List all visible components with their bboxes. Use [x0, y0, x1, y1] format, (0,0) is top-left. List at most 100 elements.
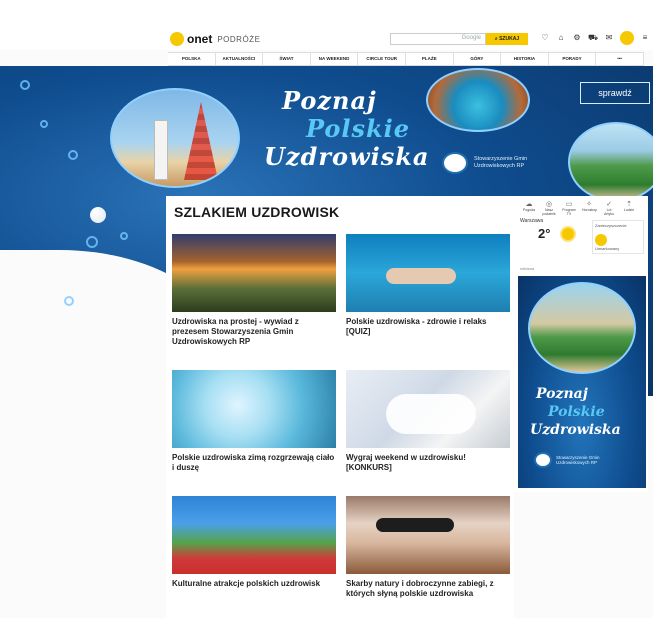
article-card[interactable]: Wygraj weekend w uzdrowisku! [KONKURS] [346, 370, 510, 473]
banner-park-image [568, 122, 653, 202]
bubble-decoration [68, 150, 78, 160]
nav-item-na-weekend[interactable]: NA WEEKEND [311, 53, 359, 65]
bubble-decoration [40, 120, 48, 128]
article-thumbnail[interactable] [172, 496, 336, 574]
robe-shape [386, 394, 476, 434]
article-title[interactable]: Polskie uzdrowiska zimą rozgrzewają ciał… [172, 453, 336, 473]
logo-dot-icon [170, 32, 184, 46]
search-input[interactable]: Google [390, 33, 486, 45]
banner-association: Stowarzyszenie Gmin Uzdrowiskowych RP [442, 152, 546, 174]
ad-label: reklama [520, 266, 535, 271]
mail-icon[interactable]: ✉ [604, 33, 614, 45]
service-label: Nasz podatnik [542, 208, 556, 216]
banner-lighthouse-image [110, 88, 240, 188]
article-card[interactable]: Polskie uzdrowiska zimą rozgrzewają ciał… [172, 370, 336, 473]
service-label: Horoskop [582, 208, 597, 212]
association-logo-icon [442, 152, 468, 174]
ad-resort-image [528, 282, 636, 374]
ad-association: Stowarzyszenie Gmin Uzdrowiskowych RP [534, 452, 626, 468]
heart-icon[interactable]: ♡ [540, 33, 550, 45]
bubble-decoration [20, 80, 30, 90]
logo-text: onet [187, 32, 213, 46]
air-quality-indicator-icon [595, 234, 607, 246]
article-card[interactable]: Uzdrowiska na prostej - wywiad z prezese… [172, 234, 336, 347]
main-nav: POLSKA AKTUALNOŚCI ŚWIAT NA WEEKEND CIRC… [168, 52, 644, 66]
lighthouse-shape [154, 120, 168, 180]
nav-item-historia[interactable]: HISTORIA [501, 53, 549, 65]
weather-service-icon[interactable]: ☁ Pogoda [522, 200, 536, 216]
article-card[interactable]: Kulturalne atrakcje polskich uzdrowisk [172, 496, 336, 589]
nav-item-circle-tour[interactable]: CIRCLE TOUR [358, 53, 406, 65]
cart-icon[interactable]: ⌂ [556, 33, 566, 45]
banner-title-line2: Polskie [306, 114, 411, 143]
section-title: SZLAKIEM UZDROWISK [174, 204, 340, 220]
banner-title-line1: Poznaj [282, 86, 377, 115]
nav-more-button[interactable]: ••• [596, 53, 644, 65]
page: onet PODRÓŻE Google ⌕ SZUKAJ ♡ ⌂ ⚙ ⛟ ✉ ≡… [0, 0, 653, 618]
banner-ad[interactable]: Poznaj Polskie Uzdrowiska Stowarzyszenie… [110, 68, 653, 202]
article-card[interactable]: Polskie uzdrowiska - zdrowie i relaks [Q… [346, 234, 510, 337]
search-button-label: SZUKAJ [499, 36, 520, 42]
top-icons: ♡ ⌂ ⚙ ⛟ ✉ ≡ [540, 31, 650, 45]
nav-item-aktualnosci[interactable]: AKTUALNOŚCI [216, 53, 264, 65]
service-label: Ludzie [623, 208, 635, 212]
weather-city[interactable]: Warszawa [520, 218, 543, 224]
nav-item-plaze[interactable]: PLAŻE [406, 53, 454, 65]
search-button[interactable]: ⌕ SZUKAJ [486, 33, 528, 45]
air-quality-value: Umiarkowany [595, 246, 620, 251]
association-name: Stowarzyszenie Gmin Uzdrowiskowych RP [556, 454, 600, 466]
article-thumbnail[interactable] [346, 234, 510, 312]
article-thumbnail[interactable] [172, 234, 336, 312]
sidebar: ☁ Pogoda ◎ Nasz podatnik ▭ Program TV ✧ Horo… [514, 196, 648, 492]
article-card[interactable]: Skarby natury i dobroczynne zabiegi, z k… [346, 496, 510, 599]
article-title[interactable]: Kulturalne atrakcje polskich uzdrowisk [172, 579, 336, 589]
bubble-decoration [64, 296, 74, 306]
onet-logo[interactable]: onet PODRÓŻE [170, 32, 260, 46]
nav-item-swiat[interactable]: ŚWIAT [263, 53, 311, 65]
article-title[interactable]: Uzdrowiska na prostej - wywiad z prezese… [172, 317, 336, 347]
service-label: Lot Artyku [604, 208, 614, 216]
people-service-icon[interactable]: ⇡ Ludzie [622, 200, 636, 216]
ship-mast-shape [184, 102, 218, 180]
horoscope-service-icon[interactable]: ✧ Horoskop [582, 200, 597, 216]
association-logo-icon [534, 452, 552, 468]
article-thumbnail[interactable] [172, 370, 336, 448]
hot-stones-shape [376, 518, 454, 532]
article-thumbnail[interactable] [346, 370, 510, 448]
check-service-icon[interactable]: ✓ Lot Artyku [602, 200, 616, 216]
service-label: Pogoda [522, 208, 536, 212]
association-name: Stowarzyszenie Gmin Uzdrowiskowych RP [474, 156, 528, 169]
logo-section: PODRÓŻE [217, 34, 261, 44]
service-icons: ☁ Pogoda ◎ Nasz podatnik ▭ Program TV ✧ Horo… [522, 200, 636, 216]
main-content: SZLAKIEM UZDROWISK Uzdrowiska na prostej… [166, 196, 514, 618]
menu-icon[interactable]: ≡ [640, 33, 650, 45]
swimmer-shape [386, 268, 456, 284]
car-icon[interactable]: ⛟ [588, 33, 598, 45]
air-quality-label: Zanieczyszczenie [595, 223, 627, 228]
article-title[interactable]: Polskie uzdrowiska - zdrowie i relaks [Q… [346, 317, 510, 337]
ad-title-line3: Uzdrowiska [530, 422, 621, 438]
banner-pool-image [426, 68, 530, 132]
article-title[interactable]: Skarby natury i dobroczynne zabiegi, z k… [346, 579, 510, 599]
tax-service-icon[interactable]: ◎ Nasz podatnik [542, 200, 556, 216]
nav-item-gory[interactable]: GÓRY [454, 53, 502, 65]
settings-icon[interactable]: ⚙ [572, 33, 582, 45]
bubble-decoration [120, 232, 128, 240]
service-label: Program TV [562, 208, 576, 216]
search-brand: Google [461, 35, 481, 41]
bubble-decoration [86, 236, 98, 248]
weather-temperature: 2° [538, 226, 551, 241]
article-thumbnail[interactable] [346, 496, 510, 574]
nav-item-porady[interactable]: PORADY [549, 53, 597, 65]
tv-service-icon[interactable]: ▭ Program TV [562, 200, 576, 216]
ad-title-line2: Polskie [548, 404, 605, 420]
nav-item-polska[interactable]: POLSKA [168, 53, 216, 65]
user-icon[interactable] [620, 31, 634, 45]
sun-icon [562, 228, 574, 240]
banner-check-button[interactable]: sprawdź [580, 82, 650, 104]
banner-title-line3: Uzdrowiska [264, 142, 430, 171]
top-bar: onet PODRÓŻE Google ⌕ SZUKAJ ♡ ⌂ ⚙ ⛟ ✉ ≡ [0, 0, 653, 50]
article-title[interactable]: Wygraj weekend w uzdrowisku! [KONKURS] [346, 453, 510, 473]
air-quality-box[interactable]: Zanieczyszczenie Umiarkowany [592, 220, 644, 254]
sidebar-ad[interactable]: Poznaj Polskie Uzdrowiska Stowarzyszenie… [518, 276, 646, 488]
